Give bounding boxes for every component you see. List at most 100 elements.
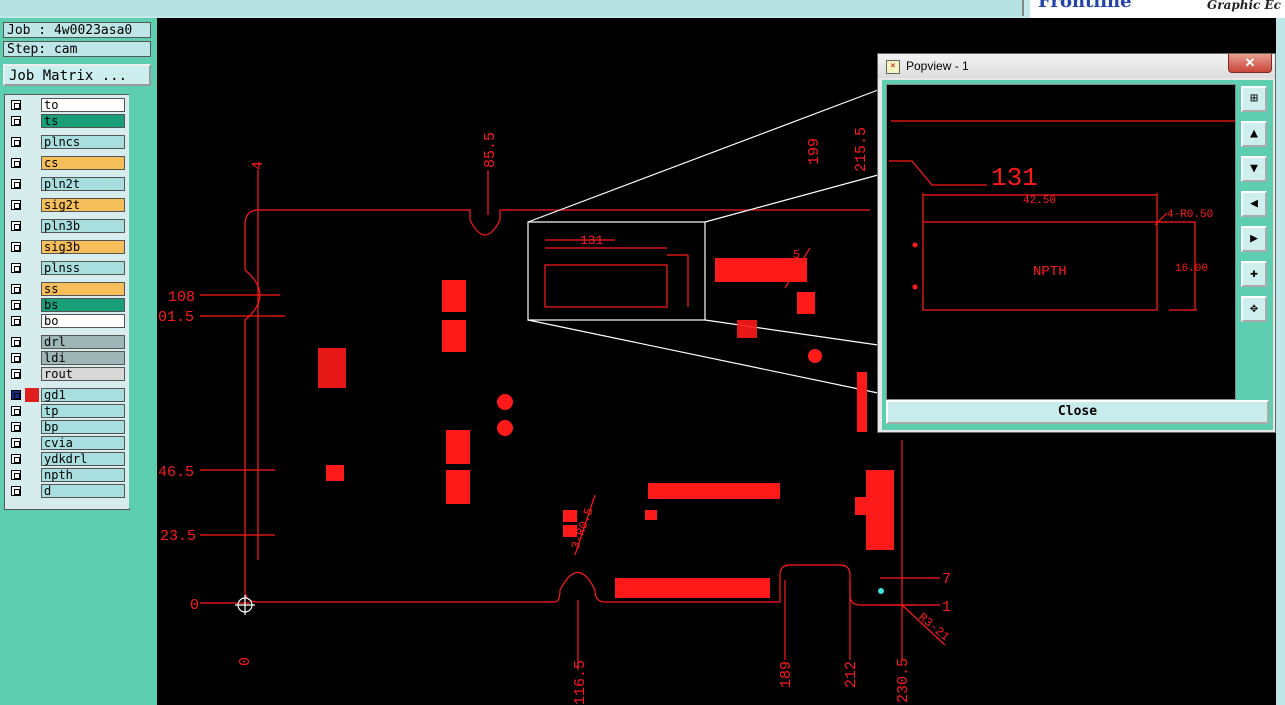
- layer-row-to[interactable]: to: [8, 98, 126, 112]
- layer-name[interactable]: tp: [41, 404, 125, 418]
- step-label: Step: cam: [3, 41, 151, 57]
- layer-name[interactable]: cs: [41, 156, 125, 170]
- layer-checkbox[interactable]: [11, 137, 21, 147]
- zoom-window: [527, 221, 706, 321]
- layer-checkbox[interactable]: [11, 353, 21, 363]
- layer-row-npth[interactable]: npth: [8, 468, 126, 482]
- pan-down-icon[interactable]: ▼: [1241, 156, 1267, 182]
- layer-checkbox[interactable]: [11, 158, 21, 168]
- layer-name[interactable]: npth: [41, 468, 125, 482]
- layer-name[interactable]: ss: [41, 282, 125, 296]
- layer-checkbox[interactable]: [11, 390, 21, 400]
- layer-checkbox[interactable]: [11, 369, 21, 379]
- layer-row-cs[interactable]: cs: [8, 156, 126, 170]
- dim-bottom-2: 189: [778, 661, 795, 688]
- pad-3: [446, 430, 470, 464]
- close-button[interactable]: Close: [886, 400, 1269, 424]
- close-icon[interactable]: ✕: [1228, 54, 1272, 73]
- layer-row-rout[interactable]: rout: [8, 367, 126, 381]
- layer-row-pln2t[interactable]: pln2t: [8, 177, 126, 191]
- layer-checkbox[interactable]: [11, 406, 21, 416]
- layer-row-bs[interactable]: bs: [8, 298, 126, 312]
- layer-row-plncs[interactable]: plncs: [8, 135, 126, 149]
- layer-checkbox[interactable]: [11, 100, 21, 110]
- layer-name[interactable]: ydkdrl: [41, 452, 125, 466]
- layer-name[interactable]: ts: [41, 114, 125, 128]
- layer-checkbox[interactable]: [11, 422, 21, 432]
- layer-name[interactable]: plnss: [41, 261, 125, 275]
- layer-checkbox[interactable]: [11, 470, 21, 480]
- pan-up-icon[interactable]: ▲: [1241, 121, 1267, 147]
- layer-name[interactable]: plncs: [41, 135, 125, 149]
- layer-name[interactable]: bs: [41, 298, 125, 312]
- dim-right-1: 1: [942, 599, 951, 616]
- layer-name[interactable]: sig2t: [41, 198, 125, 212]
- layer-name[interactable]: ldi: [41, 351, 125, 365]
- pan-left-icon[interactable]: ◀: [1241, 191, 1267, 217]
- popview-titlebar[interactable]: ✕ Popview - 1 ✕: [878, 54, 1275, 78]
- layer-name[interactable]: d: [41, 484, 125, 498]
- layer-row-ydkdrl[interactable]: ydkdrl: [8, 452, 126, 466]
- layer-row-drl[interactable]: drl: [8, 335, 126, 349]
- popview-canvas[interactable]: 131 42.50 4-R0.50 16.00 NPTH: [886, 84, 1236, 400]
- layer-checkbox[interactable]: [11, 116, 21, 126]
- pad-column-right: [866, 470, 894, 550]
- layer-name[interactable]: rout: [41, 367, 125, 381]
- zoom-ray-bottom: [527, 319, 879, 394]
- layer-checkbox[interactable]: [11, 486, 21, 496]
- pad-2: [442, 320, 466, 352]
- layer-scrollbar[interactable]: [129, 94, 153, 508]
- layer-row-sig2t[interactable]: sig2t: [8, 198, 126, 212]
- pad-5: [326, 465, 344, 481]
- layer-row-d[interactable]: d: [8, 484, 126, 498]
- layer-checkbox[interactable]: [11, 200, 21, 210]
- layer-row-cvia[interactable]: cvia: [8, 436, 126, 450]
- pv-radius-text: 4-R0.50: [1167, 209, 1213, 221]
- layer-checkbox[interactable]: [11, 316, 21, 326]
- layer-row-gd1[interactable]: gd1: [8, 388, 126, 402]
- pv-npth-text: NPTH: [1033, 264, 1067, 280]
- zoom-fit-icon[interactable]: ⊞: [1241, 86, 1267, 112]
- message-bar: [0, 0, 1024, 16]
- layer-name[interactable]: pln2t: [41, 177, 125, 191]
- layer-checkbox[interactable]: [11, 263, 21, 273]
- zoom-in-icon[interactable]: ✚: [1241, 261, 1267, 287]
- pad-row-mid: [648, 483, 780, 499]
- layer-checkbox[interactable]: [11, 179, 21, 189]
- job-matrix-button[interactable]: Job Matrix ...: [3, 64, 151, 86]
- layer-name[interactable]: drl: [41, 335, 125, 349]
- pv-leader: [889, 160, 987, 186]
- layer-checkbox[interactable]: [11, 438, 21, 448]
- layer-name[interactable]: to: [41, 98, 125, 112]
- layer-row-ts[interactable]: ts: [8, 114, 126, 128]
- layer-row-sig3b[interactable]: sig3b: [8, 240, 126, 254]
- top-bar: Frontline Graphic Ec: [0, 0, 1285, 20]
- layer-name[interactable]: sig3b: [41, 240, 125, 254]
- layer-checkbox[interactable]: [11, 242, 21, 252]
- zoom-ray-top: [527, 89, 879, 223]
- layer-row-bo[interactable]: bo: [8, 314, 126, 328]
- layer-row-tp[interactable]: tp: [8, 404, 126, 418]
- layer-name[interactable]: gd1: [41, 388, 125, 402]
- layer-name[interactable]: cvia: [41, 436, 125, 450]
- dim-top-3: 215.5: [853, 127, 870, 172]
- layer-checkbox[interactable]: [11, 337, 21, 347]
- layer-row-plnss[interactable]: plnss: [8, 261, 126, 275]
- pan-right-icon[interactable]: ▶: [1241, 226, 1267, 252]
- layer-row-pln3b[interactable]: pln3b: [8, 219, 126, 233]
- layer-row-ldi[interactable]: ldi: [8, 351, 126, 365]
- via-1: [497, 394, 513, 410]
- layer-name[interactable]: pln3b: [41, 219, 125, 233]
- layer-checkbox[interactable]: [11, 300, 21, 310]
- layer-checkbox[interactable]: [11, 221, 21, 231]
- pad-1: [442, 280, 466, 312]
- dim-bottom-3: 212: [843, 661, 860, 688]
- zoom-out-icon[interactable]: ✥: [1241, 296, 1267, 322]
- layer-row-ss[interactable]: ss: [8, 282, 126, 296]
- layer-name[interactable]: bo: [41, 314, 125, 328]
- layer-row-bp[interactable]: bp: [8, 420, 126, 434]
- layer-name[interactable]: bp: [41, 420, 125, 434]
- layer-checkbox[interactable]: [11, 454, 21, 464]
- layer-checkbox[interactable]: [11, 284, 21, 294]
- active-layer-swatch: [25, 388, 39, 402]
